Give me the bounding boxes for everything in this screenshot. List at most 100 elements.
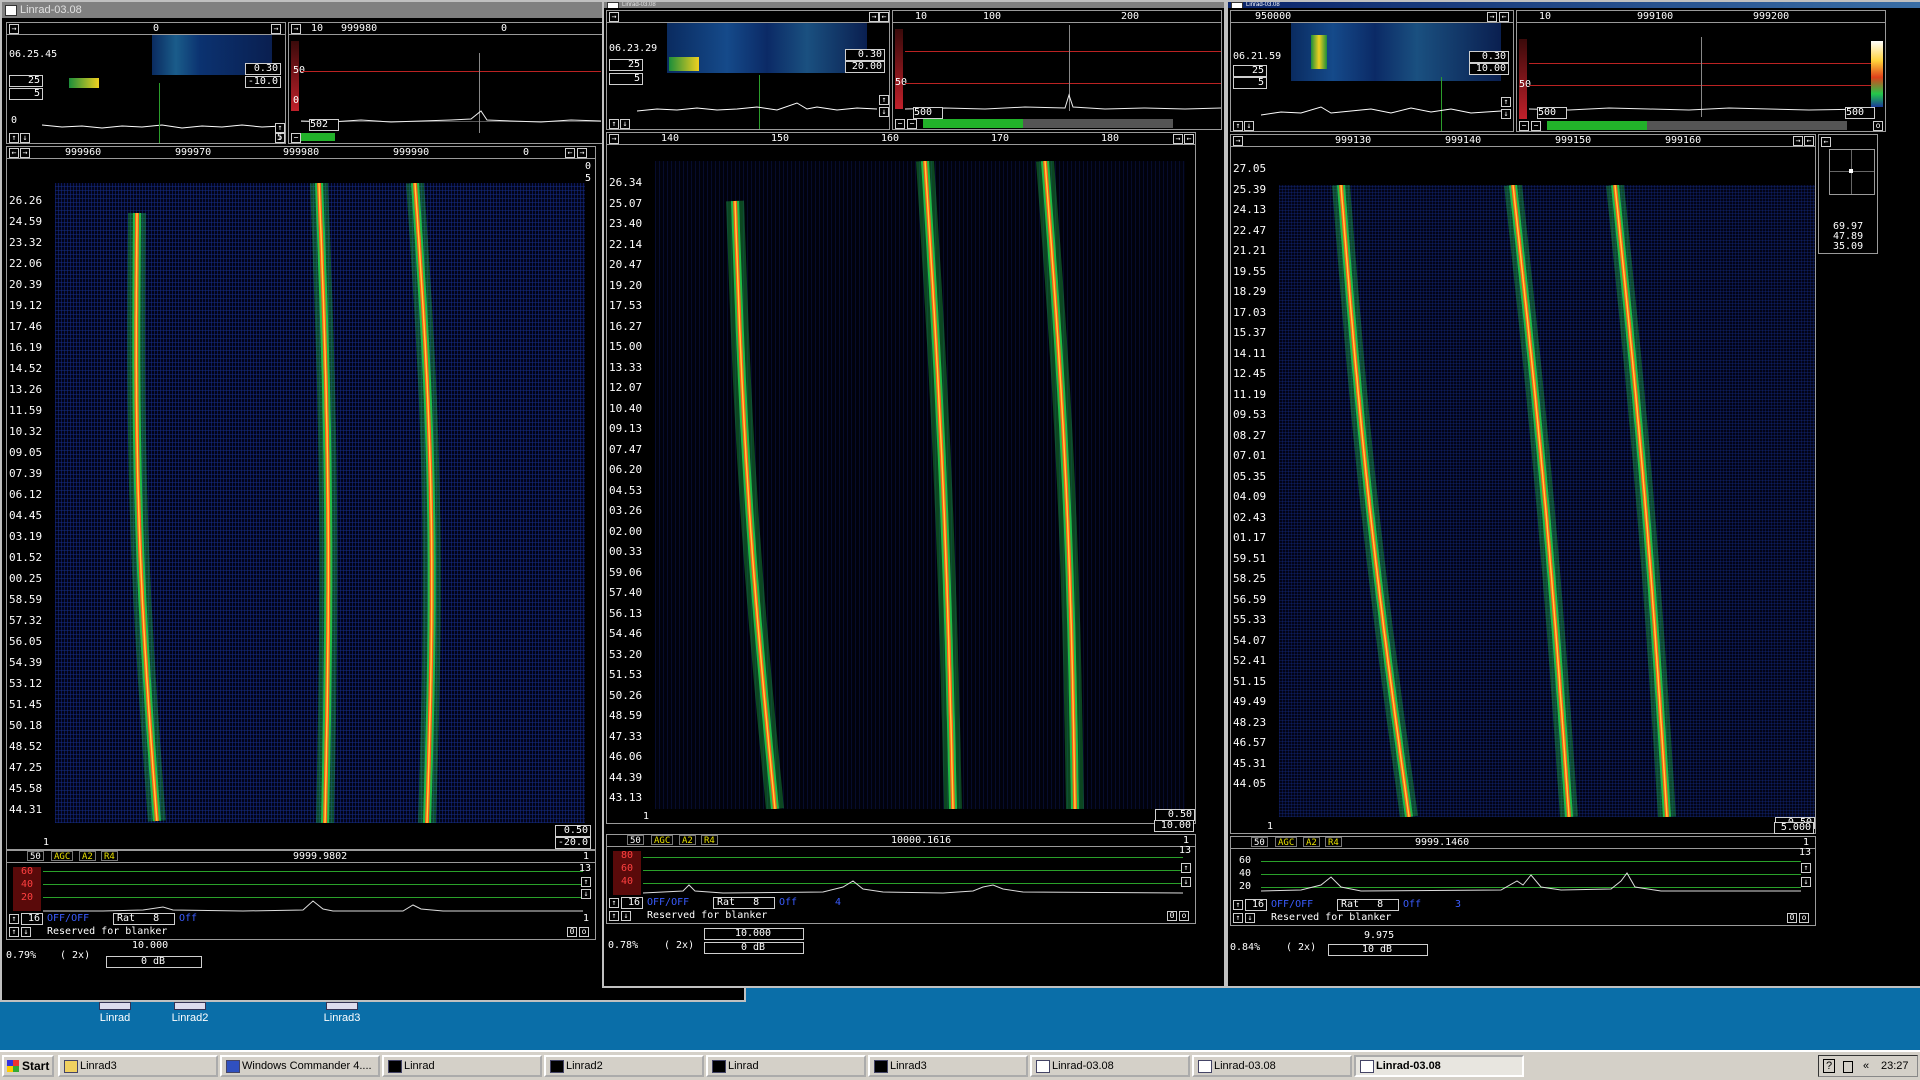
window-title-bar[interactable]: Linrad-03.08 bbox=[604, 2, 1224, 8]
help-icon[interactable]: ? bbox=[1823, 1059, 1836, 1073]
desktop-icon-linrad[interactable]: Linrad bbox=[75, 1002, 155, 1024]
wf-scale-10[interactable]: 10.00 bbox=[1154, 820, 1194, 832]
arrow-up-button[interactable]: ↑ bbox=[9, 927, 19, 937]
minus-button[interactable]: − bbox=[895, 119, 905, 129]
arrow-down-button[interactable]: ↓ bbox=[879, 107, 889, 117]
arrow-down-button[interactable]: ↓ bbox=[621, 911, 631, 921]
arrow-down-button[interactable]: ↓ bbox=[1801, 877, 1811, 887]
taskbar-item-linrad2-console[interactable]: Linrad2 bbox=[544, 1055, 704, 1077]
arrow-right-button[interactable]: → bbox=[1233, 136, 1243, 146]
arrow-right-button[interactable]: → bbox=[1793, 136, 1803, 146]
circle-button[interactable]: o bbox=[1873, 121, 1883, 131]
arrow-up-button[interactable]: ↑ bbox=[609, 911, 619, 921]
minus-button[interactable]: − bbox=[1519, 121, 1529, 131]
taskbar-item-linrad-0308-2[interactable]: Linrad-03.08 bbox=[1192, 1055, 1352, 1077]
arrow-up-button[interactable]: ↑ bbox=[1801, 863, 1811, 873]
avg-spectrum-panel[interactable]: 10 999100 999200 50 500 500 − − o bbox=[1516, 10, 1886, 132]
arrow-left-button[interactable]: ← bbox=[1804, 136, 1814, 146]
tag-50[interactable]: 50 bbox=[627, 835, 644, 846]
arrow-left-button[interactable]: ← bbox=[1184, 134, 1194, 144]
bottom-value2[interactable]: 10 dB bbox=[1328, 944, 1428, 956]
bottom-value[interactable]: 10.000 bbox=[704, 928, 804, 940]
desktop-icon-linrad3[interactable]: Linrad3 bbox=[302, 1002, 382, 1024]
blanker-offoff[interactable]: OFF/OFF bbox=[1271, 899, 1313, 910]
avg-spectrum-panel[interactable]: → 10 999980 0 50 0 502 − bbox=[288, 22, 608, 144]
field-5[interactable]: 5 bbox=[609, 73, 643, 85]
circle-button[interactable]: o bbox=[579, 927, 589, 937]
bottom-value2[interactable]: 0 dB bbox=[704, 942, 804, 954]
tag-agc[interactable]: AGC bbox=[1275, 837, 1298, 848]
field-25[interactable]: 25 bbox=[609, 59, 643, 71]
arrow-up-button[interactable]: ↑ bbox=[609, 898, 619, 908]
arrow-down-button[interactable]: ↓ bbox=[581, 889, 591, 899]
avg-value-500[interactable]: 500 bbox=[1537, 107, 1567, 119]
waterfall-panel-3[interactable]: → 999130 999140 999150 999160 → ← 27.05 2… bbox=[1230, 134, 1816, 834]
blanker-16[interactable]: 16 bbox=[21, 913, 43, 925]
arrow-left-button[interactable]: ← bbox=[879, 12, 889, 22]
arrow-up-button[interactable]: ↑ bbox=[609, 119, 619, 129]
field-5[interactable]: 5 bbox=[9, 88, 43, 100]
chevron-left-icon[interactable]: « bbox=[1863, 1056, 1869, 1076]
arrow-up-button[interactable]: ↑ bbox=[275, 123, 285, 133]
tag-50[interactable]: 50 bbox=[1251, 837, 1268, 848]
arrow-down-button[interactable]: ↓ bbox=[1181, 877, 1191, 887]
field-gain[interactable]: 0.30 bbox=[1469, 51, 1509, 63]
bottom-value2[interactable]: 0 dB bbox=[106, 956, 202, 968]
tag-r4[interactable]: R4 bbox=[1325, 837, 1342, 848]
arrow-up-button[interactable]: ↑ bbox=[581, 877, 591, 887]
arrow-right-button[interactable]: → bbox=[609, 12, 619, 22]
zero-button[interactable]: 0 bbox=[1787, 913, 1797, 923]
arrow-right-button[interactable]: → bbox=[1487, 12, 1497, 22]
blanker-off[interactable]: Off bbox=[779, 897, 797, 908]
arrow-up-button[interactable]: ↑ bbox=[879, 95, 889, 105]
arrow-left-button[interactable]: ← bbox=[565, 148, 575, 158]
baseband-panel-2[interactable]: 50 AGC A2 R4 10000.1616 1 80 60 40 13 ↑ … bbox=[606, 834, 1196, 924]
window-title-bar[interactable]: Linrad-03.08 bbox=[1228, 2, 1920, 8]
zero-button[interactable]: 0 bbox=[1167, 911, 1177, 921]
circle-button[interactable]: o bbox=[1179, 911, 1189, 921]
arrow-down-button[interactable]: ↓ bbox=[620, 119, 630, 129]
minus-button[interactable]: − bbox=[1531, 121, 1541, 131]
field-5[interactable]: 5 bbox=[1233, 77, 1267, 89]
blanker-offoff[interactable]: OFF/OFF bbox=[647, 897, 689, 908]
zero-button[interactable]: 0 bbox=[567, 927, 577, 937]
field-25[interactable]: 25 bbox=[9, 75, 43, 87]
taskbar-item-linrad-console-2[interactable]: Linrad bbox=[706, 1055, 866, 1077]
minus-button[interactable]: − bbox=[907, 119, 917, 129]
fft1-small-panel[interactable]: → 0 → 06.25.45 25 5 0 0.30 -10.0 ↑ ↓ ↑ ↓… bbox=[6, 22, 286, 144]
field-offset[interactable]: 20.00 bbox=[845, 61, 885, 73]
arrow-down-button[interactable]: ↓ bbox=[1244, 121, 1254, 131]
arrow-down-button[interactable]: ↓ bbox=[21, 927, 31, 937]
blanker-off[interactable]: Off bbox=[179, 913, 197, 924]
arrow-up-button[interactable]: ↑ bbox=[1181, 863, 1191, 873]
wf-scale-5[interactable]: 5.000 bbox=[1774, 822, 1814, 834]
taskbar-item-linrad-0308-1[interactable]: Linrad-03.08 bbox=[1030, 1055, 1190, 1077]
tag-agc[interactable]: AGC bbox=[651, 835, 674, 846]
wf-scale-m20[interactable]: -20.0 bbox=[555, 837, 591, 849]
tag-a2[interactable]: A2 bbox=[79, 851, 96, 862]
arrow-up-button[interactable]: ↑ bbox=[1501, 97, 1511, 107]
circle-button[interactable]: o bbox=[1799, 913, 1809, 923]
arrow-right-button[interactable]: → bbox=[577, 148, 587, 158]
avg-value-500b[interactable]: 500 bbox=[1845, 107, 1875, 119]
arrow-right-button[interactable]: → bbox=[271, 24, 281, 34]
arrow-up-button[interactable]: ↑ bbox=[1233, 121, 1243, 131]
waterfall-display[interactable] bbox=[655, 161, 1185, 809]
fft1-small-panel[interactable]: 950000 → ← 06.21.59 25 5 0.30 10.00 ↑ ↓ … bbox=[1230, 10, 1514, 132]
field-gain[interactable]: 0.30 bbox=[845, 49, 885, 61]
tag-r4[interactable]: R4 bbox=[701, 835, 718, 846]
blanker-offoff[interactable]: OFF/OFF bbox=[47, 913, 89, 924]
taskbar-item-linrad-console[interactable]: Linrad bbox=[382, 1055, 542, 1077]
field-offset[interactable]: -10.0 bbox=[245, 76, 281, 88]
blanker-rat[interactable]: Rat 8 bbox=[113, 913, 175, 925]
fft1-small-panel[interactable]: → → ← 06.23.29 25 5 0.30 20.00 ↑ ↓ ↑ ↓ bbox=[606, 10, 890, 130]
arrow-left-button[interactable]: ← bbox=[1499, 12, 1509, 22]
arrow-right-button[interactable]: → bbox=[291, 24, 301, 34]
field-25[interactable]: 25 bbox=[1233, 65, 1267, 77]
linrad-window-2[interactable]: Linrad-03.08 → → ← 06.23.29 25 5 0.30 20… bbox=[602, 0, 1226, 988]
arrow-right-button[interactable]: → bbox=[869, 12, 879, 22]
taskbar-item-windows-commander[interactable]: Windows Commander 4.... bbox=[220, 1055, 380, 1077]
arrow-up-button[interactable]: ↑ bbox=[9, 914, 19, 924]
arrow-down-button[interactable]: ↓ bbox=[1245, 913, 1255, 923]
desktop-icon-linrad2[interactable]: Linrad2 bbox=[150, 1002, 230, 1024]
